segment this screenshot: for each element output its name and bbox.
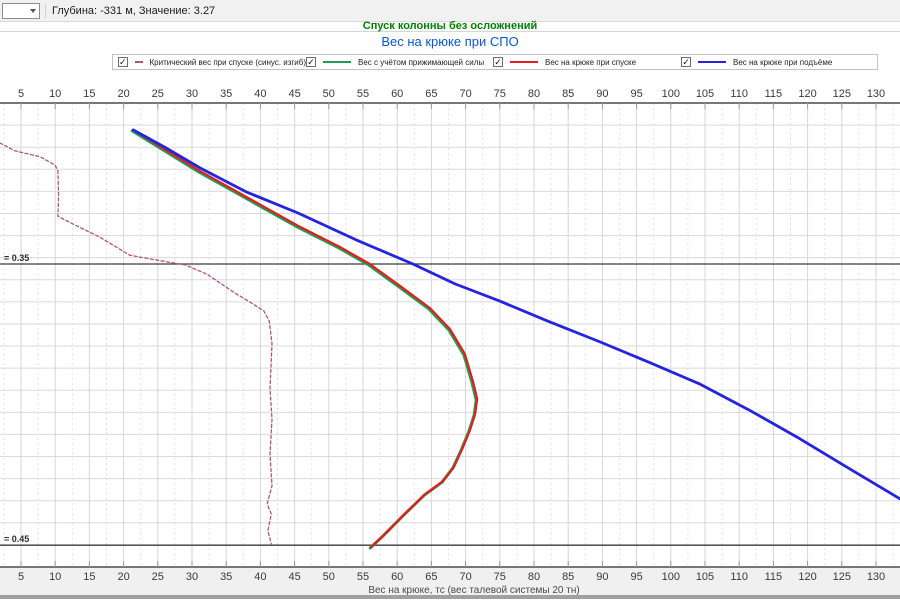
chart-title: Спуск колонны без осложнений [0, 21, 900, 32]
x-tick-label-top: 35 [220, 88, 232, 100]
x-tick-label-top: 5 [18, 88, 24, 100]
checkbox-hook-weight-pullup[interactable]: ✓ [681, 57, 691, 67]
grid-layer [0, 103, 900, 567]
x-axis-title: Вес на крюке, тс (вес талевой системы 20… [368, 585, 579, 596]
legend-label: Вес с учётом прижимающей силы [358, 57, 485, 67]
axes-layer: 5510101515202025253030353540404545505055… [0, 88, 900, 596]
legend-label: Вес на крюке при подъёме [733, 57, 833, 67]
x-tick-label-top: 45 [288, 88, 300, 100]
x-tick-label-top: 100 [662, 88, 680, 100]
reference-line-label: = 0.35 [4, 253, 29, 263]
x-tick-label-bottom: 10 [49, 571, 61, 583]
legend-label: Вес на крюке при спуске [545, 57, 637, 67]
x-tick-label-top: 60 [391, 88, 403, 100]
x-tick-label-bottom: 100 [662, 571, 680, 583]
toolbar: Глубина: -331 м, Значение: 3.27 [0, 0, 900, 22]
toolbar-separator [45, 3, 46, 18]
x-tick-label-bottom: 25 [152, 571, 164, 583]
x-tick-label-bottom: 65 [425, 571, 437, 583]
x-tick-label-bottom: 30 [186, 571, 198, 583]
x-tick-label-top: 55 [357, 88, 369, 100]
chart-subtitle: Вес на крюке при СПО [381, 34, 519, 49]
x-tick-label-top: 65 [425, 88, 437, 100]
x-tick-label-top: 120 [798, 88, 816, 100]
x-tick-label-bottom: 55 [357, 571, 369, 583]
x-tick-label-top: 90 [596, 88, 608, 100]
cursor-status-text: Глубина: -331 м, Значение: 3.27 [52, 4, 216, 17]
x-tick-label-top: 20 [117, 88, 129, 100]
x-tick-label-top: 70 [459, 88, 471, 100]
x-tick-label-bottom: 105 [696, 571, 714, 583]
scenario-combobox[interactable] [2, 2, 40, 19]
x-tick-label-bottom: 110 [730, 571, 748, 583]
x-tick-label-bottom: 75 [494, 571, 506, 583]
x-tick-label-bottom: 60 [391, 571, 403, 583]
x-tick-label-top: 105 [696, 88, 714, 100]
x-tick-label-bottom: 35 [220, 571, 232, 583]
x-tick-label-top: 30 [186, 88, 198, 100]
legend-line-sample [510, 61, 538, 63]
x-tick-label-top: 115 [765, 88, 783, 100]
x-tick-label-top: 10 [49, 88, 61, 100]
reference-lines-layer: = 0.35 = 0.45 [0, 253, 900, 546]
x-tick-label-top: 15 [83, 88, 95, 100]
series-line [130, 129, 478, 550]
x-tick-label-top: 50 [323, 88, 335, 100]
series-line [132, 128, 479, 549]
checkbox-critical-weight[interactable]: ✓ [118, 57, 128, 67]
legend-line-sample [323, 61, 351, 63]
x-tick-label-bottom: 85 [562, 571, 574, 583]
x-tick-label-bottom: 90 [596, 571, 608, 583]
x-tick-label-bottom: 125 [833, 571, 851, 583]
legend-line-sample [698, 61, 726, 63]
x-tick-label-top: 40 [254, 88, 266, 100]
x-tick-label-bottom: 40 [254, 571, 266, 583]
x-tick-label-top: 125 [833, 88, 851, 100]
x-tick-label-bottom: 70 [459, 571, 471, 583]
x-tick-label-bottom: 95 [630, 571, 642, 583]
legend-item-clamping-force[interactable]: ✓ Вес с учётом прижимающей силы [306, 57, 493, 67]
x-tick-label-bottom: 120 [798, 571, 816, 583]
x-tick-label-bottom: 130 [867, 571, 885, 583]
checkbox-clamping-force[interactable]: ✓ [306, 57, 316, 67]
x-tick-label-top: 75 [494, 88, 506, 100]
x-tick-label-top: 25 [152, 88, 164, 100]
x-tick-label-top: 85 [562, 88, 574, 100]
legend-item-hook-weight-rundown[interactable]: ✓ Вес на крюке при спуске [493, 57, 681, 67]
x-tick-label-bottom: 80 [528, 571, 540, 583]
reference-line-label: = 0.45 [4, 534, 29, 544]
x-tick-label-top: 95 [630, 88, 642, 100]
chart-canvas[interactable]: = 0.35= 0.455510101515202025253030353540… [0, 77, 900, 599]
x-tick-label-top: 110 [730, 88, 748, 100]
x-tick-label-bottom: 5 [18, 571, 24, 583]
legend-line-sample [134, 61, 143, 63]
legend-box: ✓ Критический вес при спуске (синус. изг… [112, 54, 878, 70]
legend-label: Критический вес при спуске (синус. изгиб… [149, 57, 306, 67]
x-tick-label-bottom: 20 [117, 571, 129, 583]
series-layer [0, 128, 900, 550]
legend-item-critical-weight[interactable]: ✓ Критический вес при спуске (синус. изг… [118, 57, 306, 67]
series-line [0, 142, 273, 545]
checkbox-hook-weight-rundown[interactable]: ✓ [493, 57, 503, 67]
legend-item-hook-weight-pullup[interactable]: ✓ Вес на крюке при подъёме [681, 57, 877, 67]
chevron-down-icon [30, 8, 36, 13]
x-tick-label-bottom: 45 [288, 571, 300, 583]
x-tick-label-bottom: 50 [323, 571, 335, 583]
x-tick-label-top: 130 [867, 88, 885, 100]
x-tick-label-bottom: 115 [765, 571, 783, 583]
x-tick-label-top: 80 [528, 88, 540, 100]
x-tick-label-bottom: 15 [83, 571, 95, 583]
